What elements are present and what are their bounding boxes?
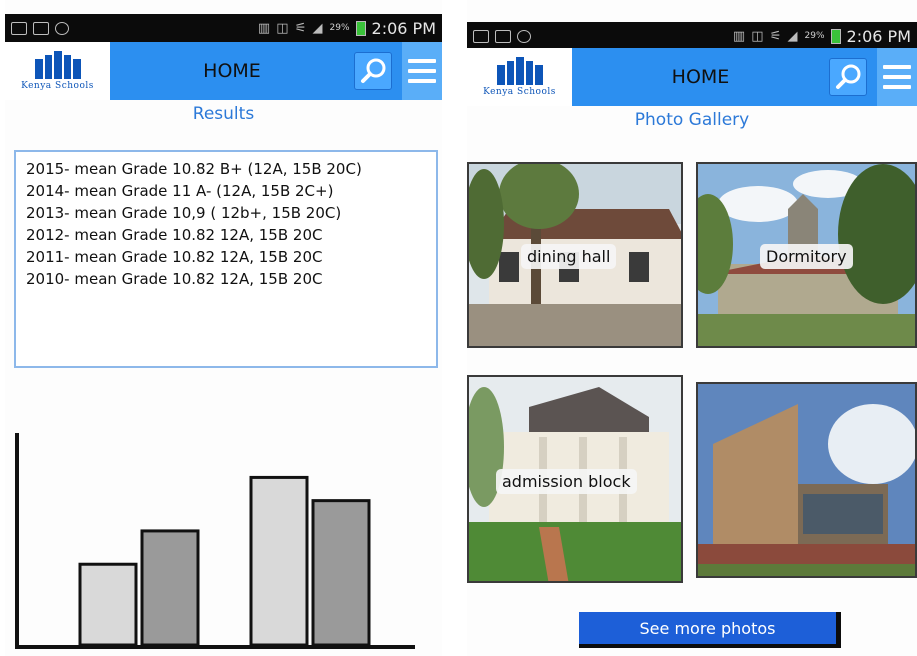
menu-icon-bar [883, 65, 911, 69]
image-notification-icon [11, 21, 27, 35]
chart-bar [78, 562, 138, 647]
search-icon [836, 64, 861, 89]
results-title: Results [192, 104, 255, 124]
result-line: 2013- mean Grade 10,9 ( 12b+, 15B 20C) [26, 204, 342, 222]
menu-icon-bar [883, 75, 911, 79]
menu-button[interactable] [402, 42, 442, 100]
results-screen: ▥ ◫ ⚟ ◢ 29% 2:06 PM Kenya Schools HOME R… [5, 0, 442, 656]
gallery-photo-building[interactable] [696, 382, 917, 578]
app-notification-icon [517, 29, 531, 43]
menu-button[interactable] [877, 48, 917, 106]
status-bar: ▥ ◫ ⚟ ◢ 29% 2:06 PM [5, 14, 442, 42]
menu-icon-bar [408, 59, 436, 63]
chart-bar [249, 475, 309, 647]
gallery-photo-dormitory[interactable]: Dormitory [696, 162, 917, 348]
app-header: Kenya Schools HOME [5, 42, 442, 100]
status-bar: ▥ ◫ ⚟ ◢ 29% 2:06 PM [467, 22, 917, 50]
app-notification-icon [55, 21, 69, 35]
page-title: HOME [203, 60, 261, 82]
result-line: 2014- mean Grade 11 A- (12A, 15B 2C+) [26, 182, 334, 200]
search-button[interactable] [354, 52, 392, 90]
signal-icon: ▥ ◫ ⚟ ◢ [257, 20, 324, 36]
school-logo[interactable]: Kenya Schools [467, 48, 572, 106]
gallery-title: Photo Gallery [634, 110, 750, 130]
clock: 2:06 PM [371, 18, 436, 38]
result-line: 2010- mean Grade 10.82 12A, 15B 20C [26, 270, 323, 288]
logo-text: Kenya Schools [483, 87, 556, 97]
result-line: 2015- mean Grade 10.82 B+ (12A, 15B 20C) [26, 160, 362, 178]
gallery-label: Dormitory [760, 244, 853, 269]
see-more-photos-button[interactable]: See more photos [579, 612, 841, 648]
search-icon [361, 58, 386, 83]
battery-icon [355, 20, 366, 36]
results-text-box[interactable]: 2015- mean Grade 10.82 B+ (12A, 15B 20C)… [14, 150, 438, 368]
signal-icon: ▥ ◫ ⚟ ◢ [732, 28, 799, 44]
gallery-screen: ▥ ◫ ⚟ ◢ 29% 2:06 PM Kenya Schools HOME P… [467, 0, 917, 656]
book-logo-icon [34, 51, 81, 79]
page-title: HOME [671, 66, 730, 88]
logo-text: Kenya Schools [21, 81, 94, 91]
battery-icon [830, 28, 841, 44]
book-logo-icon [496, 57, 543, 85]
results-bar-chart [15, 433, 415, 649]
menu-icon-bar [883, 85, 911, 89]
chart-bar [311, 499, 371, 647]
gallery-photo-admission-block[interactable]: admission block [467, 375, 683, 583]
message-notification-icon [495, 29, 511, 43]
image-notification-icon [473, 29, 489, 43]
gallery-label: admission block [496, 469, 637, 494]
clock: 2:06 PM [846, 26, 911, 46]
menu-icon-bar [408, 69, 436, 73]
menu-icon-bar [408, 79, 436, 83]
building-photo [698, 384, 915, 576]
chart-bar [140, 529, 200, 647]
message-notification-icon [33, 21, 49, 35]
school-logo[interactable]: Kenya Schools [5, 42, 110, 100]
result-line: 2012- mean Grade 10.82 12A, 15B 20C [26, 226, 323, 244]
result-line: 2011- mean Grade 10.82 12A, 15B 20C [26, 248, 323, 266]
gallery-photo-dining-hall[interactable]: dining hall [467, 162, 683, 348]
gallery-label: dining hall [521, 244, 617, 269]
battery-percent: 29% [804, 31, 825, 41]
battery-percent: 29% [329, 23, 350, 33]
search-button[interactable] [829, 58, 867, 96]
app-header: Kenya Schools HOME [467, 48, 917, 106]
